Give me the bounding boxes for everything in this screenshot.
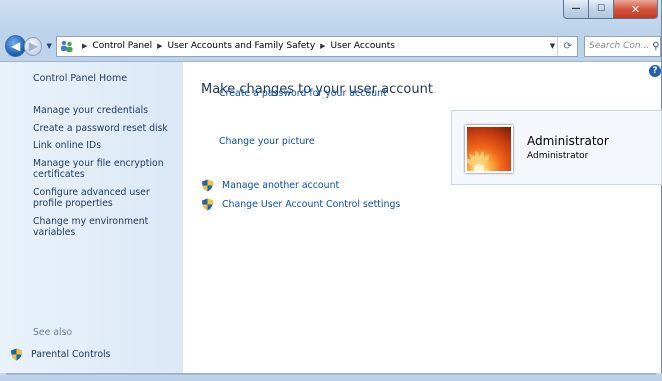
parental-controls-label: Parental Controls [31, 349, 111, 360]
uac-shield-icon [10, 348, 23, 361]
minimize-button[interactable]: — [563, 0, 589, 19]
maximize-button[interactable]: ☐ [589, 0, 614, 19]
user-name: Administrator [527, 134, 609, 148]
sidebar-item-password-reset-disk[interactable]: Create a password reset disk [33, 123, 173, 135]
sidebar-item-advanced-profile[interactable]: Configure advanced user profile properti… [33, 187, 173, 210]
forward-arrow-icon: ▶ [28, 39, 38, 53]
avatar [465, 125, 513, 173]
recent-pages-dropdown[interactable]: ▼ [44, 42, 54, 50]
user-account-tile: Administrator Administrator [451, 110, 662, 185]
user-account-type: Administrator [527, 151, 589, 161]
back-button[interactable]: ◀ [5, 35, 27, 57]
sidebar-item-environment-variables[interactable]: Change my environment variables [33, 216, 173, 239]
uac-settings-link[interactable]: Change User Account Control settings [201, 198, 400, 211]
help-icon[interactable]: ? [649, 65, 661, 77]
breadcrumb-control-panel[interactable]: Control Panel [92, 41, 152, 51]
sidebar-item-parental-controls[interactable]: Parental Controls [10, 348, 110, 361]
uac-shield-icon [201, 198, 214, 211]
refresh-icon[interactable]: ⟳ [557, 36, 577, 56]
sidebar-item-control-panel-home[interactable]: Control Panel Home [33, 73, 127, 84]
manage-another-account-link[interactable]: Manage another account [201, 179, 339, 192]
sidebar-item-link-online-ids[interactable]: Link online IDs [33, 140, 173, 152]
uac-shield-icon [201, 179, 214, 192]
address-dropdown-icon[interactable]: ▼ [550, 42, 555, 50]
forward-button[interactable]: ▶ [24, 36, 43, 56]
manage-another-account-label: Manage another account [222, 180, 340, 191]
sidebar-item-manage-credentials[interactable]: Manage your credentials [33, 105, 173, 117]
window-frame: — ☐ ✕ ◀ ▶ ▼ ▶ Control Panel ▶ User Accou… [0, 0, 662, 381]
sidebar-item-file-encryption[interactable]: Manage your file encryption certificates [33, 158, 173, 181]
search-input[interactable]: Search Con... ⚲ [584, 35, 661, 57]
change-picture-link[interactable]: Change your picture [219, 136, 315, 147]
main-panel: ? Make changes to your user account Crea… [183, 62, 662, 374]
address-bar[interactable]: ▶ Control Panel ▶ User Accounts and Fami… [56, 35, 579, 57]
window-bottom-border [0, 373, 662, 381]
caption-buttons: — ☐ ✕ [563, 0, 658, 19]
breadcrumb-separator-icon[interactable]: ▶ [157, 42, 162, 50]
sidebar: Control Panel Home Manage your credentia… [0, 62, 183, 374]
sidebar-task-list: Manage your credentials Create a passwor… [33, 105, 173, 245]
breadcrumb-separator-icon[interactable]: ▶ [82, 42, 87, 50]
user-accounts-icon [60, 40, 74, 52]
search-icon[interactable]: ⚲ [652, 41, 659, 52]
breadcrumb-user-accounts[interactable]: User Accounts [331, 41, 395, 51]
uac-settings-label: Change User Account Control settings [222, 199, 401, 210]
create-password-link[interactable]: Create a password for your account [219, 88, 387, 99]
breadcrumb-separator-icon[interactable]: ▶ [320, 42, 325, 50]
back-arrow-icon: ◀ [10, 39, 21, 53]
search-placeholder: Search Con... [589, 41, 650, 51]
breadcrumb-user-accounts-family-safety[interactable]: User Accounts and Family Safety [167, 41, 315, 51]
close-button[interactable]: ✕ [614, 0, 658, 19]
content-area: Control Panel Home Manage your credentia… [0, 61, 662, 374]
navigation-bar: ◀ ▶ ▼ ▶ Control Panel ▶ User Accounts an… [5, 33, 661, 59]
see-also-label: See also [33, 327, 73, 338]
